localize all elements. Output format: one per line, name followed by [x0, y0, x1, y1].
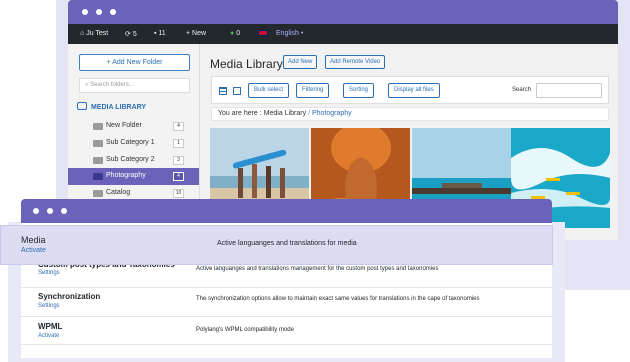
- folder-item[interactable]: New Folder 4: [68, 118, 199, 135]
- folder-item[interactable]: Sub Category 1 1: [68, 135, 199, 152]
- wp-admin-bar: ⌂ Ju Test ⟳ 5 ▪ 11 + New ● 0 English •: [68, 24, 618, 44]
- folder-count: 10: [173, 189, 184, 198]
- search-icon: ⌕: [85, 82, 89, 88]
- comment-icon: ▪: [154, 30, 157, 37]
- add-remote-video-button[interactable]: Add Remote Video: [325, 55, 386, 69]
- folder-icon: [93, 190, 103, 197]
- settings-row: Synchronization Settings The synchroniza…: [21, 288, 552, 317]
- add-new-button[interactable]: Add New: [283, 55, 318, 69]
- window-dot: [33, 208, 39, 214]
- media-toolbar: Bulk select Filtering Sorting Display al…: [211, 76, 609, 104]
- settings-link[interactable]: Settings: [38, 303, 60, 309]
- folder-item[interactable]: Sub Category 2 3: [68, 152, 199, 169]
- admin-bar-updates[interactable]: ⟳ 5: [125, 30, 137, 38]
- screenshot-stage: ⌂ Ju Test ⟳ 5 ▪ 11 + New ● 0 English • +…: [0, 0, 630, 362]
- setting-description: Polylang's WPML compatibility mode: [196, 327, 294, 333]
- bulk-select-button[interactable]: Bulk select: [248, 83, 290, 98]
- activate-link[interactable]: Activate: [38, 333, 59, 339]
- window-dot: [82, 9, 88, 15]
- front-window-titlebar: [21, 199, 552, 223]
- setting-name: WPML: [38, 322, 63, 331]
- list-view-icon[interactable]: [219, 87, 227, 95]
- setting-description: The synchronization options allow to mai…: [196, 296, 480, 302]
- site-name: Ju Test: [86, 30, 109, 37]
- media-library-root[interactable]: MEDIA LIBRARY: [77, 102, 146, 111]
- filtering-button[interactable]: Filtering: [296, 83, 330, 98]
- dot-icon: •: [300, 30, 304, 37]
- library-icon: [77, 102, 87, 110]
- highlighted-setting-row: Media Activate Active languanges and tra…: [0, 225, 553, 265]
- display-all-files-button[interactable]: Display all files: [388, 83, 440, 98]
- setting-description: Active languanges and translations for m…: [217, 240, 357, 247]
- folder-count: 3: [173, 156, 184, 165]
- folder-icon: [93, 173, 103, 180]
- admin-bar-site[interactable]: ⌂ Ju Test: [80, 30, 108, 37]
- folder-count: 1: [173, 139, 184, 148]
- breadcrumb: You are here : Media Library / Photograp…: [211, 107, 609, 121]
- settings-row: WPML Activate Polylang's WPML compatibil…: [21, 317, 552, 345]
- status-dot-icon: ●: [230, 30, 235, 37]
- setting-name: Media: [21, 235, 46, 245]
- setting-name: Synchronization: [38, 292, 101, 301]
- settings-link[interactable]: Settings: [38, 270, 60, 276]
- activate-link[interactable]: Activate: [21, 247, 46, 254]
- page-title: Media Library: [210, 57, 283, 71]
- window-dot: [110, 9, 116, 15]
- window-dot: [61, 208, 67, 214]
- refresh-icon: ⟳: [125, 31, 131, 38]
- window-dot: [96, 9, 102, 15]
- breadcrumb-current: Photography: [311, 110, 352, 117]
- folder-icon: [93, 123, 103, 130]
- back-window-titlebar: [68, 0, 618, 24]
- folder-item-active[interactable]: Photography 4: [68, 168, 199, 185]
- plus-icon: +: [186, 30, 191, 37]
- grid-view-icon[interactable]: [233, 87, 241, 95]
- add-folder-button[interactable]: + Add New Folder: [79, 54, 190, 71]
- window-dot: [47, 208, 53, 214]
- admin-bar-comments[interactable]: ▪ 11: [154, 30, 166, 37]
- admin-bar-notices[interactable]: ● 0: [230, 30, 240, 37]
- folder-search-input[interactable]: ⌕ Search folders...: [79, 78, 190, 93]
- breadcrumb-root[interactable]: Media Library: [264, 110, 306, 117]
- search-label: Search: [512, 87, 532, 93]
- folder-count: 4: [173, 122, 184, 131]
- admin-bar-language[interactable]: English •: [258, 30, 303, 37]
- folder-count: 4: [173, 172, 184, 181]
- folder-icon: [93, 140, 103, 147]
- media-search-input[interactable]: [536, 83, 602, 98]
- setting-description: Active languanges and translations manag…: [196, 266, 439, 272]
- folder-icon: [93, 157, 103, 164]
- home-icon: ⌂: [80, 30, 85, 37]
- uk-flag-icon: [258, 30, 268, 36]
- admin-bar-new[interactable]: + New: [186, 30, 206, 37]
- sorting-button[interactable]: Sorting: [343, 83, 375, 98]
